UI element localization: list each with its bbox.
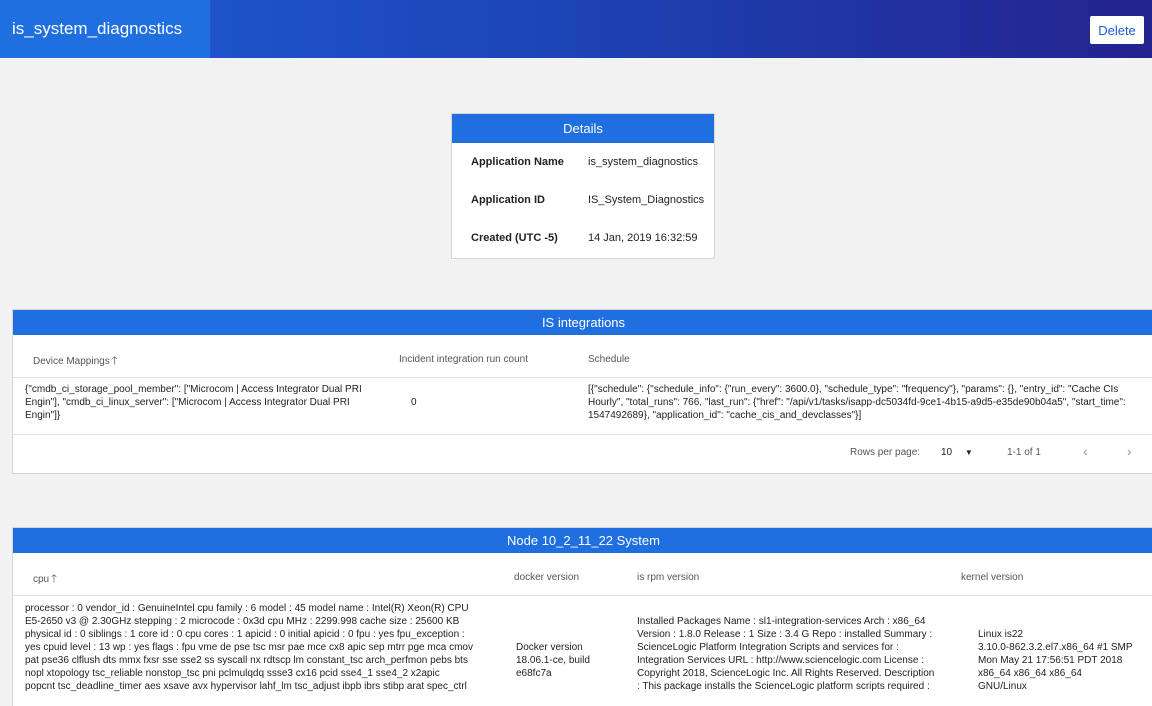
column-header-cpu[interactable]: cpu 🡑	[33, 570, 57, 589]
column-label: cpu	[33, 574, 50, 585]
page-title: is_system_diagnostics	[0, 0, 210, 58]
kernel-version-cell: Linux is22 3.10.0-862.3.2.el7.x86_64 #1 …	[978, 628, 1152, 693]
details-label: Application ID	[471, 194, 545, 206]
column-header-run-count[interactable]: Incident integration run count	[399, 354, 528, 365]
cpu-line: pat pse36 clflush dts mmx fxsr sse sse2 …	[25, 655, 468, 666]
device-mappings-cell: {"cmdb_ci_storage_pool_member": ["Microc…	[25, 384, 362, 421]
details-label: Created (UTC -5)	[471, 232, 558, 244]
cpu-cell: processor : 0 vendor_id : GenuineIntel c…	[25, 602, 515, 693]
details-card: Details Application Name is_system_diagn…	[451, 113, 715, 259]
divider	[13, 377, 1152, 378]
rpm-line: Installed Packages Name : sl1-integratio…	[637, 616, 926, 627]
divider	[13, 595, 1152, 596]
cpu-line: processor : 0 vendor_id : GenuineIntel c…	[25, 603, 469, 614]
column-label: Device Mappings	[33, 356, 110, 367]
cpu-line: popcnt tsc_deadline_timer aes xsave avx …	[25, 681, 467, 692]
details-label: Application Name	[471, 156, 564, 168]
cpu-line: yes cpuid level : 13 wp : yes flags : fp…	[25, 642, 473, 653]
dropdown-arrow-icon: ▼	[964, 448, 973, 457]
sort-arrow-up-icon: 🡑	[51, 573, 57, 585]
run-count-cell: 0	[411, 397, 417, 408]
rows-per-page-select[interactable]: 10 ▼	[941, 447, 973, 458]
cpu-line: nopl xtopology tsc_reliable nonstop_tsc …	[25, 668, 440, 679]
pager-range: 1-1 of 1	[1007, 447, 1041, 458]
rpm-line: Copyright 2018, ScienceLogic Inc. All Ri…	[637, 668, 935, 679]
rows-per-page-value: 10	[941, 447, 953, 458]
previous-page-icon[interactable]: ‹	[1083, 443, 1088, 459]
docker-line: 18.06.1-ce, build	[516, 655, 590, 666]
column-header-rpm-version[interactable]: is rpm version	[637, 572, 699, 583]
details-value: 14 Jan, 2019 16:32:59	[588, 232, 698, 244]
details-value: IS_System_Diagnostics	[588, 194, 705, 206]
docker-line: e68fc7a	[516, 668, 552, 679]
details-value: is_system_diagnostics	[588, 156, 699, 168]
kernel-line: Mon May 21 17:56:51 PDT 2018	[978, 655, 1123, 666]
rows-per-page-label: Rows per page:	[850, 447, 921, 458]
node-system-card: Node 10_2_11_22 System cpu 🡑 docker versi…	[12, 527, 1152, 706]
node-system-title: Node 10_2_11_22 System	[13, 528, 1152, 553]
cpu-line: E5-2650 v3 @ 2.30GHz stepping : 2 microc…	[25, 616, 460, 627]
kernel-line: Linux is22	[978, 629, 1024, 640]
delete-button[interactable]: Delete	[1090, 16, 1144, 44]
rpm-line: : This package installs the ScienceLogic…	[637, 681, 930, 692]
column-header-schedule[interactable]: Schedule	[588, 354, 630, 365]
details-row-created: Created (UTC -5) 14 Jan, 2019 16:32:59	[452, 219, 714, 257]
details-row-app-name: Application Name is_system_diagnostics	[452, 143, 714, 181]
rpm-line: ScienceLogic Platform Integration Script…	[637, 642, 899, 653]
column-header-kernel-version[interactable]: kernel version	[961, 572, 1023, 583]
kernel-line: 3.10.0-862.3.2.el7.x86_64 #1 SMP	[978, 642, 1133, 653]
docker-version-cell: Docker version 18.06.1-ce, build e68fc7a	[516, 641, 626, 680]
is-integrations-title: IS integrations	[13, 310, 1152, 335]
sort-arrow-up-icon: 🡑	[111, 355, 118, 367]
next-page-icon[interactable]: ›	[1127, 443, 1132, 459]
kernel-line: GNU/Linux	[978, 681, 1027, 692]
kernel-line: x86_64 x86_64 x86_64	[978, 668, 1082, 679]
details-row-app-id: Application ID IS_System_Diagnostics	[452, 181, 714, 219]
rpm-version-cell: Installed Packages Name : sl1-integratio…	[637, 615, 947, 693]
details-title: Details	[452, 114, 714, 143]
column-header-docker-version[interactable]: docker version	[514, 572, 579, 583]
rpm-line: Version : 1.8.0 Release : 1 Size : 3.4 G…	[637, 629, 933, 640]
schedule-cell: [{"schedule": {"schedule_info": {"run_ev…	[588, 384, 1126, 421]
is-integrations-card: IS integrations Device Mappings 🡑 Inciden…	[12, 309, 1152, 474]
docker-line: Docker version	[516, 642, 583, 653]
rpm-line: Integration Services URL : http://www.sc…	[637, 655, 924, 666]
divider	[13, 434, 1152, 435]
cpu-line: physical id : 0 siblings : 1 core id : 0…	[25, 629, 465, 640]
column-header-device-mappings[interactable]: Device Mappings 🡑	[33, 352, 117, 371]
app-header: is_system_diagnostics Delete	[0, 0, 1152, 58]
